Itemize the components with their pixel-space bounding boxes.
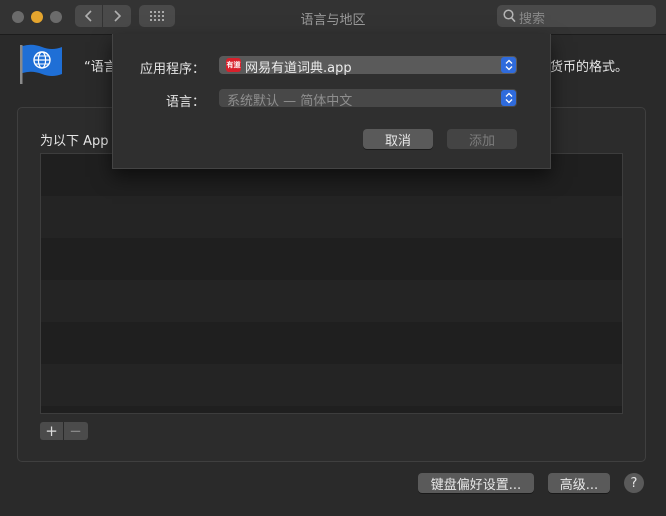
list-item[interactable]	[41, 196, 622, 238]
search-field[interactable]: 搜索	[497, 5, 656, 27]
remove-button[interactable]: −	[64, 422, 87, 440]
youdao-app-icon: 有道	[226, 58, 241, 72]
keyboard-preferences-button[interactable]: 键盘偏好设置...	[418, 473, 534, 493]
list-item[interactable]	[41, 364, 622, 406]
add-remove-buttons: + −	[40, 422, 88, 440]
app-popup[interactable]: 有道 网易有道词典.app	[219, 56, 517, 76]
chevron-updown-icon	[501, 90, 516, 106]
language-label: 语言：	[165, 95, 205, 110]
add-confirm-button[interactable]: 添加	[447, 129, 517, 149]
globe-flag-icon	[20, 44, 62, 84]
chevron-updown-icon	[501, 57, 516, 73]
list-item[interactable]	[41, 280, 622, 322]
cancel-button[interactable]: 取消	[363, 129, 433, 149]
description-text-end: 货币的格式。	[550, 60, 629, 75]
help-button[interactable]: ?	[624, 473, 644, 493]
app-language-list[interactable]	[40, 153, 623, 414]
search-placeholder: 搜索	[519, 12, 546, 27]
list-item[interactable]	[41, 322, 622, 364]
title-bar: 语言与地区 搜索	[0, 0, 666, 35]
advanced-button[interactable]: 高级...	[548, 473, 610, 493]
app-popup-value: 网易有道词典.app	[245, 61, 352, 76]
list-item[interactable]	[41, 238, 622, 280]
add-button[interactable]: +	[40, 422, 64, 440]
search-icon	[503, 9, 516, 23]
panel-label: 为以下 App l	[40, 134, 117, 149]
language-popup-value: 系统默认 — 简体中文	[227, 94, 353, 109]
app-label: 应用程序：	[139, 62, 205, 77]
add-app-sheet: 应用程序： 有道 网易有道词典.app 语言： 系统默认 — 简体中文 取消 添…	[112, 34, 551, 169]
language-popup[interactable]: 系统默认 — 简体中文	[219, 89, 517, 109]
